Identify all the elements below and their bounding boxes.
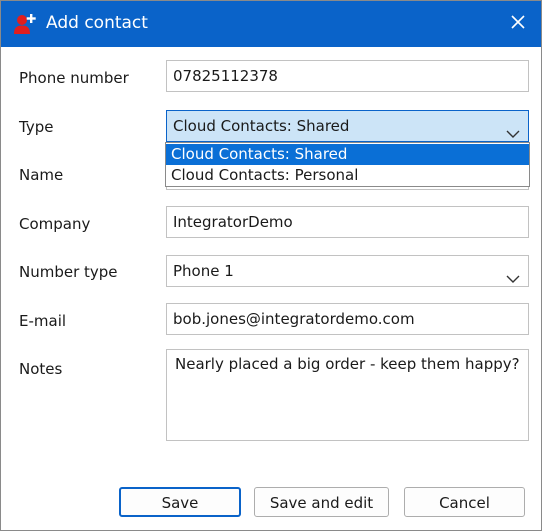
type-select-value: Cloud Contacts: Shared xyxy=(173,117,350,135)
close-button[interactable] xyxy=(503,9,533,39)
email-label: E-mail xyxy=(19,312,67,330)
add-contact-dialog: Add contact Phone number 07825112378 Typ… xyxy=(0,0,542,531)
number-type-value: Phone 1 xyxy=(173,262,234,280)
number-type-label: Number type xyxy=(19,263,118,281)
notes-textarea[interactable]: Nearly placed a big order - keep them ha… xyxy=(166,349,529,441)
type-option-shared[interactable]: Cloud Contacts: Shared xyxy=(166,144,529,165)
company-input[interactable]: IntegratorDemo xyxy=(166,206,529,238)
dialog-title: Add contact xyxy=(46,13,148,33)
phone-number-label: Phone number xyxy=(19,69,129,87)
name-label: Name xyxy=(19,166,64,184)
chevron-down-icon xyxy=(506,120,520,138)
type-dropdown-list: Cloud Contacts: Shared Cloud Contacts: P… xyxy=(165,142,530,187)
notes-label: Notes xyxy=(19,360,63,378)
chevron-down-icon xyxy=(506,265,520,283)
type-option-personal[interactable]: Cloud Contacts: Personal xyxy=(166,165,529,186)
company-label: Company xyxy=(19,215,91,233)
save-button[interactable]: Save xyxy=(119,487,241,517)
add-contact-icon xyxy=(13,13,37,35)
phone-number-input[interactable]: 07825112378 xyxy=(166,60,529,92)
title-bar: Add contact xyxy=(1,1,541,47)
type-select[interactable]: Cloud Contacts: Shared xyxy=(166,110,529,142)
close-icon xyxy=(510,14,526,34)
email-input[interactable]: bob.jones@integratordemo.com xyxy=(166,303,529,335)
type-label: Type xyxy=(19,118,54,136)
save-and-edit-button[interactable]: Save and edit xyxy=(254,487,389,517)
cancel-button[interactable]: Cancel xyxy=(404,487,525,517)
number-type-select[interactable]: Phone 1 xyxy=(166,255,529,287)
